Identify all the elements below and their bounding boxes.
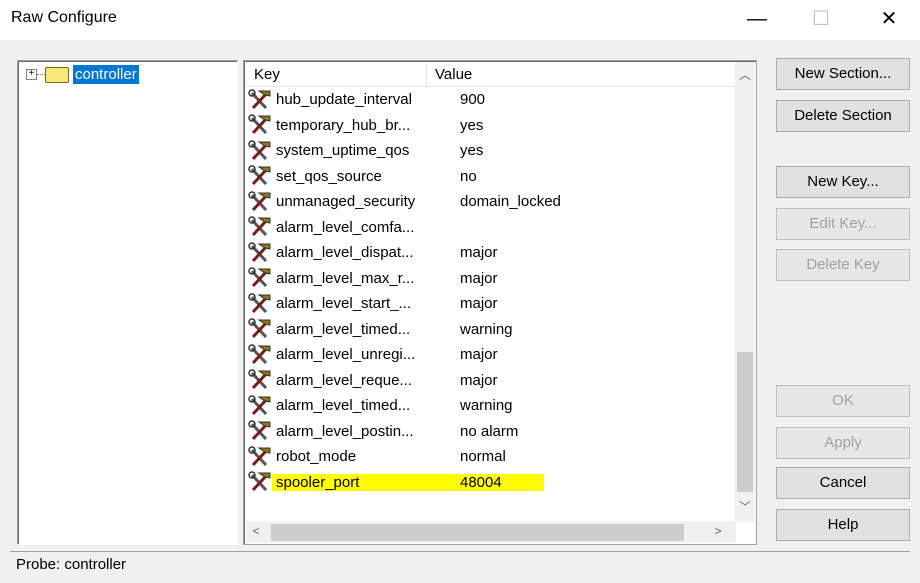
key-cell: robot_mode bbox=[276, 448, 357, 466]
table-row[interactable]: alarm_level_reque... major bbox=[246, 368, 561, 394]
value-cell: major bbox=[460, 269, 498, 287]
key-tools-icon bbox=[248, 216, 272, 238]
value-cell: no bbox=[460, 167, 477, 185]
key-value-list[interactable]: Key Value hub_update_interval 900 temporar… bbox=[243, 60, 757, 545]
key-cell: alarm_level_unregi... bbox=[276, 346, 416, 364]
key-tools-icon bbox=[248, 446, 272, 468]
value-cell: domain_locked bbox=[460, 193, 561, 211]
key-cell: spooler_port bbox=[272, 473, 454, 491]
folder-icon bbox=[45, 66, 69, 83]
key-tools-icon bbox=[248, 420, 272, 442]
delete-key-button[interactable]: Delete Key bbox=[776, 249, 910, 281]
value-cell: major bbox=[460, 244, 498, 262]
key-cell: alarm_level_reque... bbox=[276, 371, 412, 389]
value-cell: major bbox=[460, 371, 498, 389]
scroll-right-icon[interactable]: > bbox=[708, 524, 728, 538]
value-cell: major bbox=[460, 346, 498, 364]
key-cell: alarm_level_dispat... bbox=[276, 244, 414, 262]
apply-button[interactable]: Apply bbox=[776, 427, 910, 459]
value-cell: yes bbox=[460, 142, 484, 160]
table-row[interactable]: unmanaged_security domain_locked bbox=[246, 189, 561, 215]
table-row[interactable]: alarm_level_timed... warning bbox=[246, 393, 561, 419]
help-button[interactable]: Help bbox=[776, 509, 910, 541]
vertical-scrollbar[interactable]: ︿ ﹀ bbox=[735, 62, 755, 522]
table-row[interactable]: system_uptime_qos yes bbox=[246, 138, 561, 164]
key-cell: alarm_level_timed... bbox=[276, 320, 411, 338]
value-cell: major bbox=[460, 295, 498, 313]
maximize-button[interactable]: ☐ bbox=[806, 6, 836, 32]
key-cell: alarm_level_timed... bbox=[276, 397, 411, 415]
new-section-button[interactable]: New Section... bbox=[776, 58, 910, 90]
key-tools-icon bbox=[248, 395, 272, 417]
table-row[interactable]: temporary_hub_br... yes bbox=[246, 113, 561, 139]
tree-node-controller[interactable]: + controller bbox=[26, 65, 139, 84]
column-header-key[interactable]: Key bbox=[246, 63, 427, 86]
key-cell: hub_update_interval bbox=[276, 91, 412, 109]
key-tools-icon bbox=[248, 318, 272, 340]
table-row[interactable]: alarm_level_comfa... bbox=[246, 215, 561, 241]
key-tools-icon bbox=[248, 242, 272, 264]
key-cell: alarm_level_comfa... bbox=[276, 218, 415, 236]
key-tools-icon bbox=[248, 267, 272, 289]
table-row[interactable]: alarm_level_start_... major bbox=[246, 291, 561, 317]
minimize-button[interactable]: — bbox=[742, 6, 772, 32]
close-button[interactable]: ✕ bbox=[874, 6, 904, 32]
key-tools-icon bbox=[248, 89, 272, 111]
horizontal-scrollbar[interactable]: < > bbox=[246, 521, 736, 543]
value-cell: 900 bbox=[460, 91, 486, 109]
vertical-scroll-thumb[interactable] bbox=[737, 352, 753, 492]
key-tools-icon bbox=[248, 293, 272, 315]
key-tools-icon bbox=[248, 369, 272, 391]
key-cell: unmanaged_security bbox=[276, 193, 416, 211]
key-cell: alarm_level_start_... bbox=[276, 295, 412, 313]
key-cell: set_qos_source bbox=[276, 167, 382, 185]
table-row[interactable]: spooler_port 48004 bbox=[246, 470, 561, 496]
value-cell: warning bbox=[460, 397, 513, 415]
scroll-left-icon[interactable]: < bbox=[246, 524, 266, 538]
value-cell: 48004 bbox=[454, 473, 544, 491]
key-tools-icon bbox=[248, 344, 272, 366]
value-cell: normal bbox=[460, 448, 506, 466]
list-header: Key Value bbox=[246, 63, 734, 87]
table-row[interactable]: alarm_level_max_r... major bbox=[246, 266, 561, 292]
table-row[interactable]: hub_update_interval 900 bbox=[246, 87, 561, 113]
table-row[interactable]: robot_mode normal bbox=[246, 444, 561, 470]
value-cell: warning bbox=[460, 320, 513, 338]
window-title: Raw Configure bbox=[11, 9, 117, 26]
table-row[interactable]: set_qos_source no bbox=[246, 164, 561, 190]
tree-node-label[interactable]: controller bbox=[73, 65, 139, 84]
column-header-value[interactable]: Value bbox=[427, 63, 734, 86]
expand-icon[interactable]: + bbox=[26, 69, 37, 80]
key-cell: alarm_level_max_r... bbox=[276, 269, 415, 287]
value-cell: no alarm bbox=[460, 422, 519, 440]
table-row[interactable]: alarm_level_timed... warning bbox=[246, 317, 561, 343]
value-cell: yes bbox=[460, 116, 484, 134]
section-tree[interactable]: + controller bbox=[17, 60, 238, 545]
new-key-button[interactable]: New Key... bbox=[776, 166, 910, 198]
ok-button[interactable]: OK bbox=[776, 385, 910, 417]
cancel-button[interactable]: Cancel bbox=[776, 467, 910, 499]
key-tools-icon bbox=[248, 140, 272, 162]
status-bar: Probe: controller bbox=[10, 551, 910, 577]
key-tools-icon bbox=[248, 165, 272, 187]
table-row[interactable]: alarm_level_dispat... major bbox=[246, 240, 561, 266]
edit-key-button[interactable]: Edit Key... bbox=[776, 208, 910, 240]
table-row[interactable]: alarm_level_unregi... major bbox=[246, 342, 561, 368]
table-row[interactable]: alarm_level_postin... no alarm bbox=[246, 419, 561, 445]
key-cell: temporary_hub_br... bbox=[276, 116, 411, 134]
horizontal-scroll-thumb[interactable] bbox=[271, 524, 684, 541]
key-tools-icon bbox=[248, 114, 272, 136]
scroll-up-icon[interactable]: ︿ bbox=[735, 66, 755, 83]
title-bar: Raw Configure — ☐ ✕ bbox=[0, 0, 920, 40]
tree-connector bbox=[37, 74, 45, 75]
key-tools-icon bbox=[248, 191, 272, 213]
scroll-down-icon[interactable]: ﹀ bbox=[735, 498, 755, 515]
key-tools-icon bbox=[248, 471, 272, 493]
delete-section-button[interactable]: Delete Section bbox=[776, 100, 910, 132]
key-cell: alarm_level_postin... bbox=[276, 422, 414, 440]
key-cell: system_uptime_qos bbox=[276, 142, 410, 160]
